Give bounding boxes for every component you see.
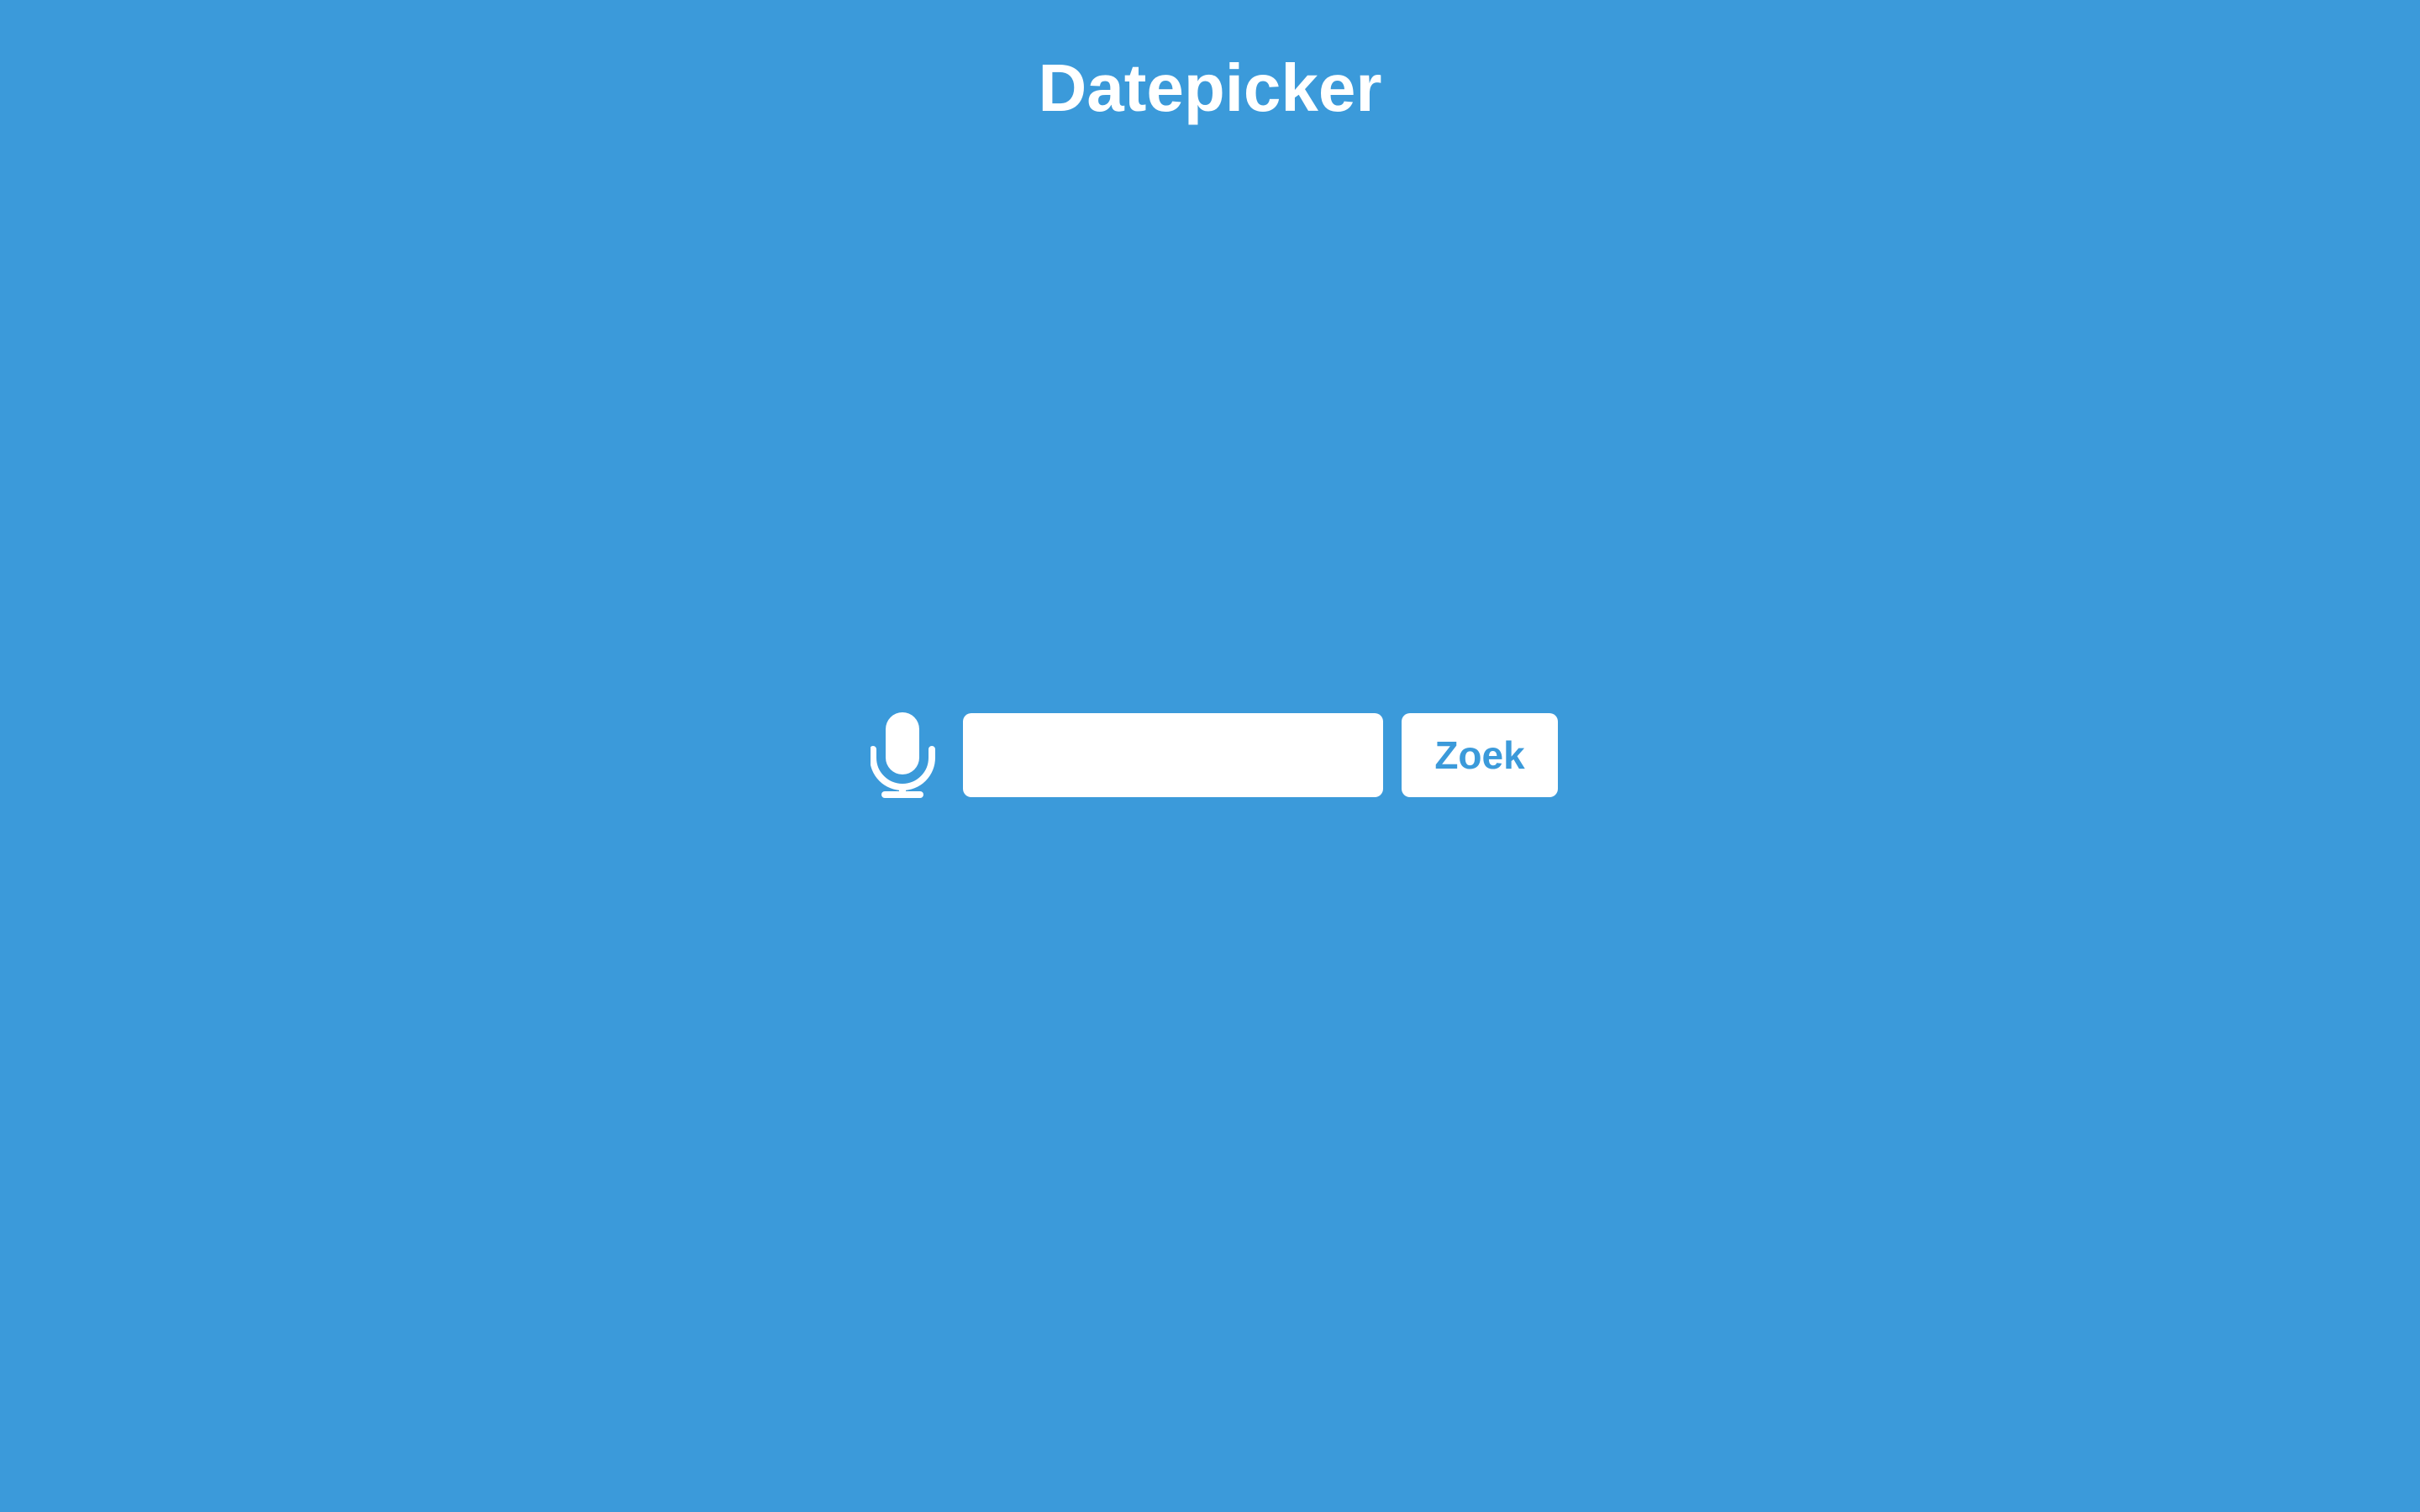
search-button[interactable]: Zoek — [1402, 713, 1558, 797]
search-bar: Zoek — [871, 712, 1560, 798]
search-input[interactable] — [963, 713, 1383, 797]
page-title: Datepicker — [1038, 50, 1382, 125]
microphone-icon — [871, 712, 935, 798]
voice-search-button[interactable] — [871, 712, 938, 798]
